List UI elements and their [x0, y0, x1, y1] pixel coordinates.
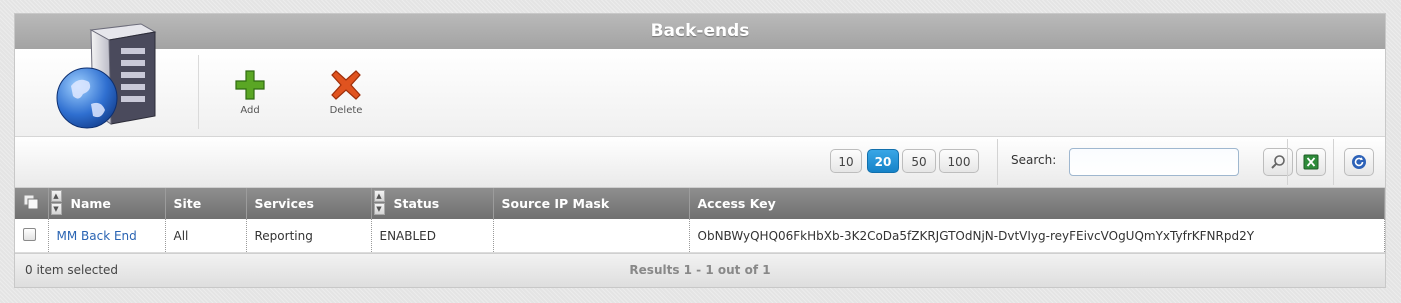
refresh-button[interactable]: [1344, 148, 1374, 176]
toolbar: Add Delete: [15, 23, 1385, 137]
column-header-services[interactable]: Services: [246, 188, 372, 219]
column-header-status[interactable]: ▲ ▼ Status: [371, 188, 494, 219]
pager-bar: 10 20 50 100 Search:: [15, 137, 1385, 188]
excel-icon: [1303, 154, 1319, 170]
sort-arrows-icon[interactable]: ▲ ▼: [373, 190, 387, 217]
cell-name[interactable]: MM Back End: [48, 219, 166, 253]
column-header-name-label: Name: [70, 196, 111, 211]
toolbar-divider: [198, 55, 199, 129]
search-button[interactable]: [1263, 148, 1293, 176]
cell-site: All: [165, 219, 247, 253]
column-header-status-label: Status: [393, 196, 440, 211]
cell-access-key: ObNBWyQHQ06FkHbXb-3K2CoDa5fZKRJGTOdNjN-D…: [689, 219, 1385, 253]
column-header-site[interactable]: Site: [165, 188, 247, 219]
add-button[interactable]: Add: [220, 69, 280, 116]
plus-icon: [235, 70, 265, 100]
backend-name-link[interactable]: MM Back End: [57, 229, 137, 243]
delete-button[interactable]: Delete: [316, 69, 376, 116]
refresh-divider: [1333, 139, 1334, 185]
page-size-50[interactable]: 50: [902, 149, 936, 173]
actions-divider: [1287, 139, 1288, 185]
column-header-name[interactable]: ▲ ▼ Name: [48, 188, 166, 219]
refresh-icon: [1352, 155, 1366, 169]
table-row[interactable]: MM Back End All Reporting ENABLED ObNBWy…: [15, 219, 1385, 253]
results-summary: Results 1 - 1 out of 1: [629, 263, 771, 277]
column-header-source-ip-mask[interactable]: Source IP Mask: [493, 188, 690, 219]
row-checkbox[interactable]: [23, 227, 36, 241]
column-header-access-key[interactable]: Access Key: [689, 188, 1385, 219]
select-all-icon: [23, 194, 39, 210]
delete-button-label: Delete: [329, 105, 363, 116]
cell-source-ip-mask: [493, 219, 690, 253]
cell-services: Reporting: [246, 219, 372, 253]
panel-title: Back-ends: [15, 14, 1385, 49]
page-size-10[interactable]: 10: [830, 149, 862, 173]
page-size-20[interactable]: 20: [867, 149, 899, 173]
row-select-cell[interactable]: [15, 219, 49, 253]
export-excel-button[interactable]: [1296, 148, 1326, 176]
table-header-row: ▲ ▼ Name Site Services ▲ ▼ Status Source I…: [15, 188, 1385, 219]
backends-table: ▲ ▼ Name Site Services ▲ ▼ Status Source I…: [15, 188, 1385, 253]
page-size-100[interactable]: 100: [939, 149, 979, 173]
magnifier-icon: [1271, 155, 1285, 169]
search-label: Search:: [1011, 153, 1057, 167]
x-icon: [331, 70, 361, 100]
backends-panel: Back-ends Add Delete 10 20 50 100 Search…: [14, 13, 1386, 288]
pager-divider: [997, 139, 998, 185]
server-globe-icon: [56, 23, 157, 129]
search-input[interactable]: [1069, 148, 1239, 176]
sort-arrows-icon[interactable]: ▲ ▼: [50, 190, 64, 217]
add-button-label: Add: [240, 105, 260, 116]
table-footer: 0 item selected Results 1 - 1 out of 1: [15, 253, 1385, 287]
select-all-header[interactable]: [15, 188, 49, 219]
cell-status: ENABLED: [371, 219, 494, 253]
